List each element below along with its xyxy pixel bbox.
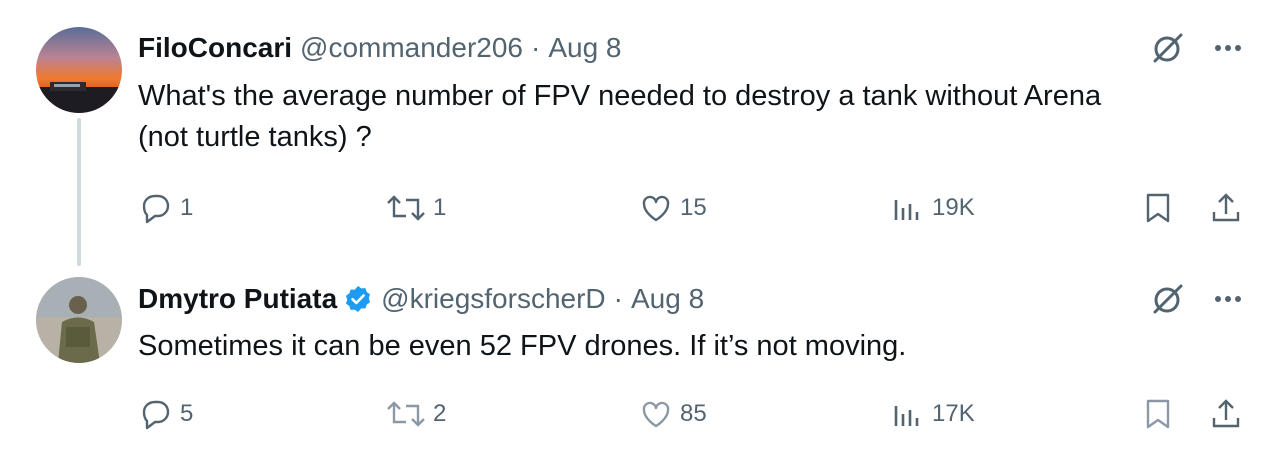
display-name[interactable]: FiloConcari	[138, 32, 292, 64]
handle[interactable]: @commander206	[300, 32, 523, 64]
share-icon	[1208, 396, 1244, 432]
reply-button[interactable]: 5	[138, 394, 193, 434]
date[interactable]: Aug 8	[631, 283, 704, 315]
repost-icon	[385, 190, 427, 226]
like-icon	[638, 396, 674, 432]
tweet-text: Sometimes it can be even 52 FPV drones. …	[138, 326, 1248, 367]
bookmark-button[interactable]	[1140, 188, 1176, 228]
repost-count: 1	[433, 194, 447, 221]
tweet[interactable]: Dmytro Putiata @kriegsforscherD · Aug 8 …	[0, 262, 1280, 460]
views-button[interactable]: 19K	[890, 188, 975, 228]
bookmark-icon	[1140, 190, 1176, 226]
reply-count: 5	[180, 400, 194, 427]
top-icons	[1148, 279, 1248, 319]
like-button[interactable]: 85	[638, 394, 707, 434]
grok-icon[interactable]	[1148, 279, 1188, 319]
grok-icon[interactable]	[1148, 28, 1188, 68]
reply-button[interactable]: 1	[138, 188, 193, 228]
tweet[interactable]: FiloConcari @commander206 · Aug 8 What's…	[0, 0, 1280, 266]
tweet-header: Dmytro Putiata @kriegsforscherD · Aug 8	[138, 279, 704, 319]
views-count: 19K	[932, 194, 975, 221]
bookmark-icon	[1140, 396, 1176, 432]
like-count: 15	[680, 194, 707, 221]
reply-icon	[138, 190, 174, 226]
share-icon	[1208, 190, 1244, 226]
tweet-text-line: (not turtle tanks) ?	[138, 121, 372, 153]
views-button[interactable]: 17K	[890, 394, 975, 434]
display-name[interactable]: Dmytro Putiata	[138, 283, 337, 315]
views-count: 17K	[932, 400, 975, 427]
thread-line	[77, 118, 81, 266]
tweet-text-line: What's the average number of FPV needed …	[138, 80, 1102, 112]
views-icon	[890, 396, 926, 432]
share-button[interactable]	[1208, 394, 1244, 434]
verified-badge-icon	[343, 284, 373, 314]
more-icon[interactable]	[1208, 28, 1248, 68]
repost-button[interactable]: 1	[385, 188, 446, 228]
reply-icon	[138, 396, 174, 432]
like-count: 85	[680, 400, 707, 427]
avatar[interactable]	[36, 27, 122, 113]
tweet-text: What's the average number of FPV needed …	[138, 76, 1248, 158]
avatar[interactable]	[36, 277, 122, 363]
repost-count: 2	[433, 400, 447, 427]
views-icon	[890, 190, 926, 226]
top-icons	[1148, 28, 1248, 68]
more-icon[interactable]	[1208, 279, 1248, 319]
share-button[interactable]	[1208, 188, 1244, 228]
handle[interactable]: @kriegsforscherD	[381, 283, 605, 315]
repost-icon	[385, 396, 427, 432]
separator: ·	[531, 32, 541, 63]
tweet-text-line: Sometimes it can be even 52 FPV drones. …	[138, 330, 907, 362]
tweet-header: FiloConcari @commander206 · Aug 8	[138, 28, 622, 68]
separator: ·	[613, 283, 623, 314]
reply-count: 1	[180, 194, 194, 221]
bookmark-button[interactable]	[1140, 394, 1176, 434]
repost-button[interactable]: 2	[385, 394, 446, 434]
like-button[interactable]: 15	[638, 188, 707, 228]
like-icon	[638, 190, 674, 226]
date[interactable]: Aug 8	[548, 32, 621, 64]
